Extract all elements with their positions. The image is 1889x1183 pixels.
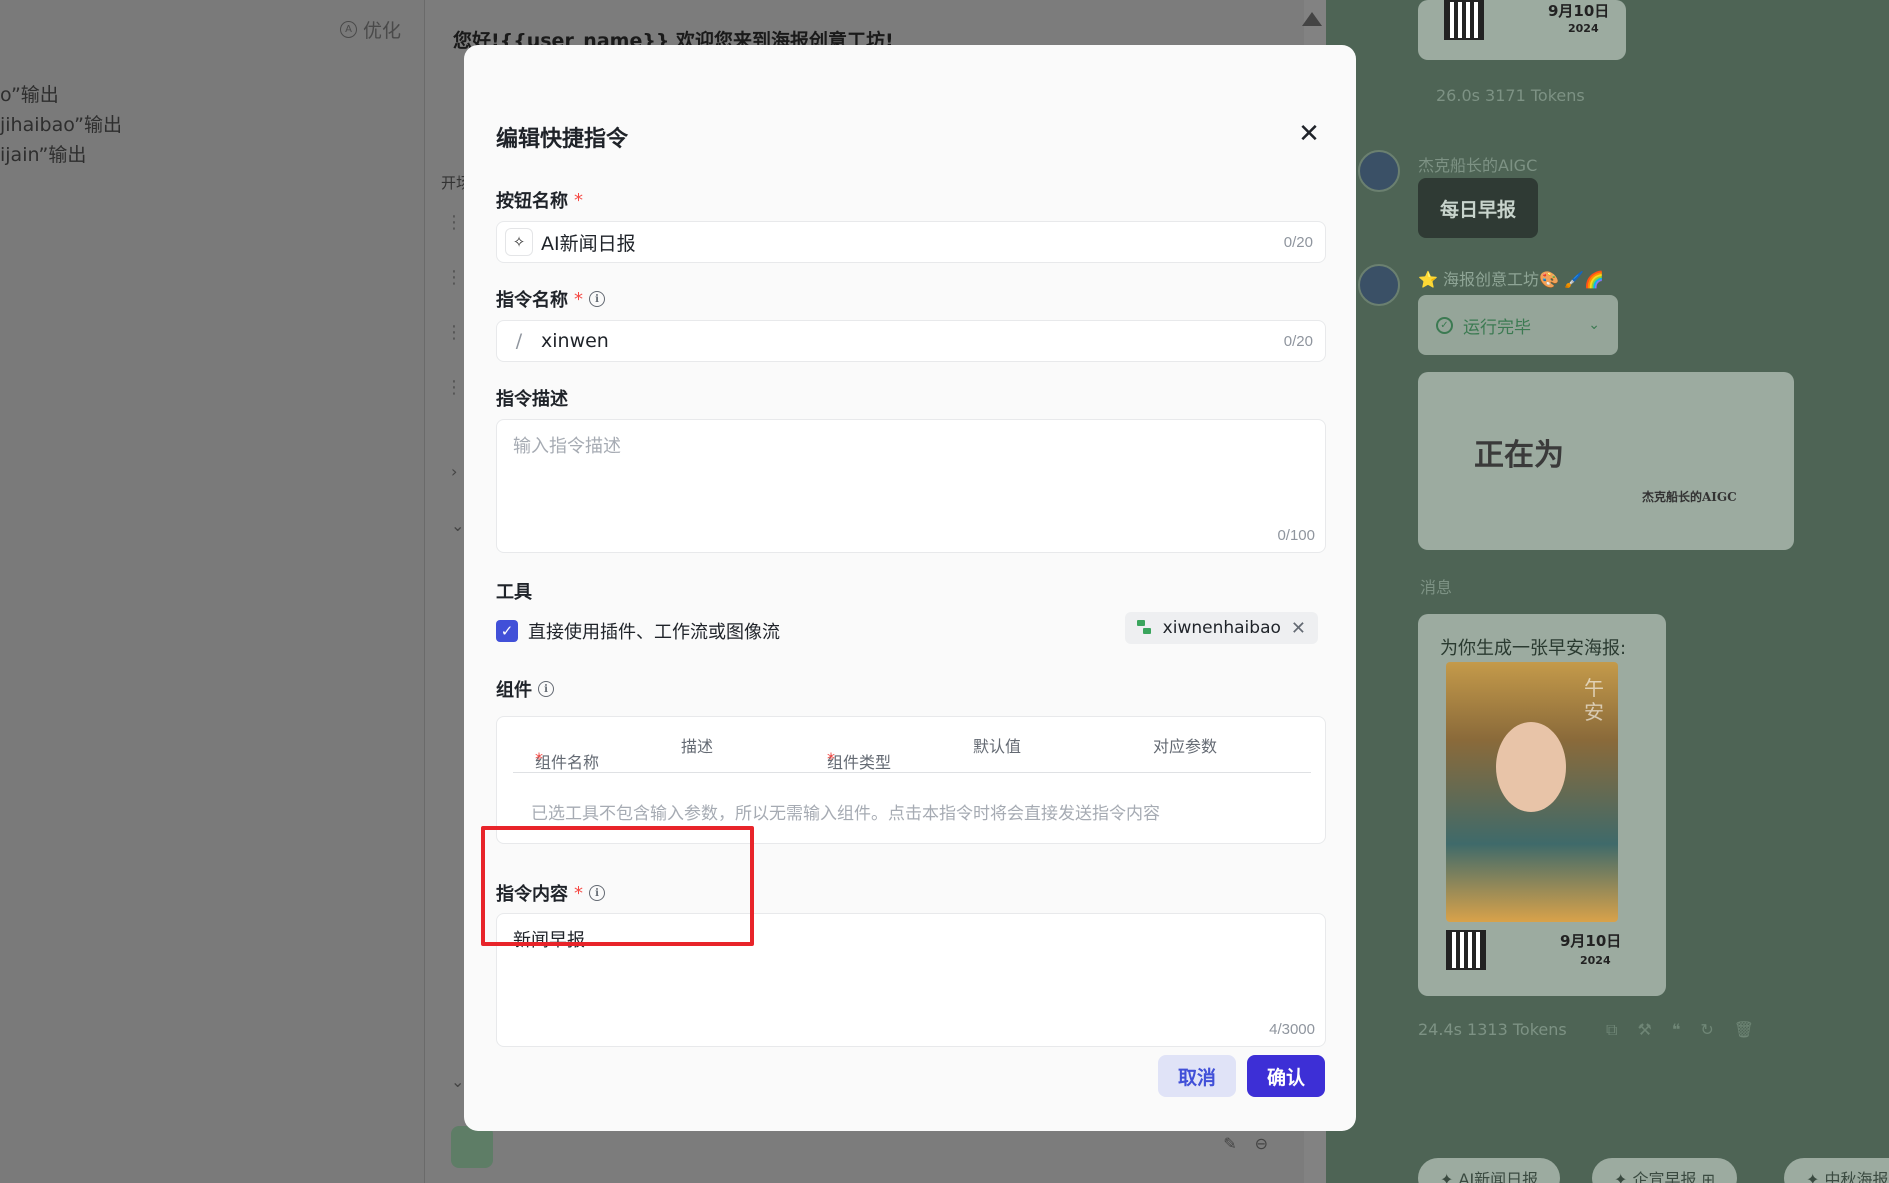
check-circle-icon: ✓ xyxy=(1436,316,1453,334)
info-icon[interactable]: i xyxy=(589,885,605,901)
slash-prefix: / xyxy=(515,330,523,352)
avatar xyxy=(1358,264,1400,306)
chevron-down-icon[interactable]: ⌄ xyxy=(451,1072,464,1091)
direct-use-tool-option[interactable]: ✓ 直接使用插件、工作流或图像流 xyxy=(496,618,780,644)
sparkle-icon[interactable]: ✧ xyxy=(505,228,533,256)
poster-image[interactable]: 午安 xyxy=(1446,662,1618,922)
confirm-button[interactable]: 确认 xyxy=(1247,1055,1325,1097)
optimize-button[interactable]: A 优化 xyxy=(340,16,401,43)
button-name-field[interactable]: ✧ 0/20 xyxy=(496,221,1326,263)
workflow-icon xyxy=(1136,620,1153,636)
poster-card-top: 9月10日 2024 xyxy=(1418,0,1626,60)
column-header: 描述 xyxy=(681,737,714,756)
qr-code-icon xyxy=(1446,930,1486,970)
run-status[interactable]: ✓ 运行完毕 ⌄ xyxy=(1418,295,1618,355)
trash-icon[interactable]: 🗑 xyxy=(1734,1020,1754,1040)
command-name-input[interactable] xyxy=(541,330,1284,352)
copy-icon[interactable]: ⧉ xyxy=(1606,1020,1617,1040)
edit-icon[interactable]: ✎ xyxy=(1223,1134,1236,1153)
char-counter: 0/100 xyxy=(1277,527,1315,544)
button-name-input[interactable] xyxy=(541,231,1284,253)
left-panel: A 优化 o”输出 jihaibao”输出 ijain”输出 xyxy=(0,0,424,1183)
tool-tag: xiwnenhaibao ✕ xyxy=(1124,612,1318,644)
message-label: 消息 xyxy=(1420,578,1453,597)
checkbox-checked[interactable]: ✓ xyxy=(496,620,518,642)
message-actions: ⧉ ⚒ ❝ ↻ 🗑 xyxy=(1606,1020,1754,1040)
shortcut-pill[interactable]: ✦ 中秋海报 xyxy=(1784,1158,1889,1183)
chevron-right-icon[interactable]: › xyxy=(451,462,457,481)
bot-name: ⭐ 海报创意工坊🎨 🖌️🌈 xyxy=(1418,270,1604,289)
quote-icon[interactable]: ❝ xyxy=(1672,1020,1681,1040)
components-table: 组件名称 * 描述 组件类型 * 默认值 对应参数 已选工具不包含输入参数，所以… xyxy=(496,716,1326,844)
components-label: 组件 i xyxy=(496,676,554,702)
avatar[interactable] xyxy=(451,1126,493,1168)
qr-code-icon xyxy=(1444,0,1484,40)
info-icon[interactable]: i xyxy=(589,291,605,307)
chevron-down-icon: ⌄ xyxy=(1588,317,1600,333)
tools-label: 工具 xyxy=(496,582,532,603)
preview-panel: 9月10日 2024 26.0s 3171 Tokens 杰克船长的AIGC 每… xyxy=(1326,0,1889,1183)
command-name-label: 指令名称 * i xyxy=(496,286,605,312)
minus-circle-icon[interactable]: ⊖ xyxy=(1255,1134,1268,1153)
description-label: 指令描述 xyxy=(496,389,568,410)
chevron-down-icon[interactable]: ⌄ xyxy=(451,516,464,535)
empty-state-text: 已选工具不包含输入参数，所以无需输入组件。点击本指令时将会直接发送指令内容 xyxy=(531,804,1160,824)
char-counter: 0/20 xyxy=(1283,233,1313,251)
column-header: 对应参数 xyxy=(1153,737,1218,756)
char-counter: 0/20 xyxy=(1283,332,1313,350)
dialog-title: 编辑快捷指令 xyxy=(496,127,629,152)
close-icon[interactable]: ✕ xyxy=(1296,121,1322,147)
description-input[interactable] xyxy=(513,432,1303,495)
content-label: 指令内容 * i xyxy=(496,880,605,906)
command-name-field[interactable]: / 0/20 xyxy=(496,320,1326,362)
content-input[interactable]: 新闻早报 xyxy=(513,926,1303,989)
prompt-line: jihaibao”输出 xyxy=(0,114,123,136)
description-field[interactable]: 0/100 xyxy=(496,419,1326,553)
table-header: 组件名称 * 描述 组件类型 * 默认值 对应参数 xyxy=(513,717,1311,773)
avatar xyxy=(1358,150,1400,192)
content-field[interactable]: 新闻早报 4/3000 xyxy=(496,913,1326,1047)
shortcut-pill[interactable]: ✦ AI新闻日报 xyxy=(1418,1158,1561,1183)
prompt-line: ijain”输出 xyxy=(0,144,87,166)
info-icon[interactable]: i xyxy=(538,681,554,697)
button-name-label: 按钮名称 * xyxy=(496,189,583,213)
remove-tag-icon[interactable]: ✕ xyxy=(1291,618,1306,639)
shortcut-pill[interactable]: ✦ 企宣早报 ⊞ xyxy=(1592,1158,1737,1183)
stats-text: 24.4s 1313 Tokens xyxy=(1418,1020,1567,1039)
column-header: 默认值 xyxy=(973,737,1022,756)
daily-report-button[interactable]: 每日早报 xyxy=(1418,178,1538,238)
input-actions: ✎ ⊖ xyxy=(1223,1134,1268,1153)
prompt-line: o”输出 xyxy=(0,84,59,106)
refresh-icon[interactable]: ↻ xyxy=(1700,1020,1713,1040)
optimize-icon: A xyxy=(340,21,357,38)
stats-text: 26.0s 3171 Tokens xyxy=(1436,86,1585,105)
preview-card: 正在为 杰克船长的AIGC xyxy=(1418,372,1794,550)
user-name: 杰克船长的AIGC xyxy=(1418,156,1538,175)
char-counter: 4/3000 xyxy=(1269,1021,1315,1038)
scroll-up-icon[interactable] xyxy=(1302,12,1322,26)
edit-shortcut-dialog: 编辑快捷指令 ✕ 按钮名称* ✧ 0/20 指令名称*i / 0/20 指令描述… xyxy=(464,45,1356,1131)
cancel-button[interactable]: 取消 xyxy=(1158,1055,1236,1097)
wrench-icon[interactable]: ⚒ xyxy=(1637,1020,1651,1040)
